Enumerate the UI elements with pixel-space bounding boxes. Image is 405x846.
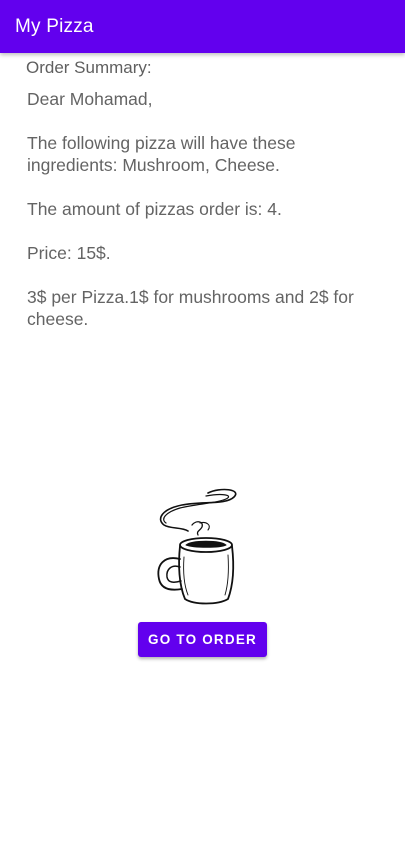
app-title: My Pizza — [15, 16, 94, 37]
greeting-text: Dear Mohamad, — [27, 89, 153, 109]
pricing-note-text: 3$ per Pizza.1$ for mushrooms and 2$ for… — [27, 287, 354, 329]
price-text: Price: 15$. — [27, 243, 111, 263]
order-summary-heading: Order Summary: — [26, 58, 152, 77]
app-bar: My Pizza — [0, 0, 405, 53]
coffee-mug-icon — [152, 487, 244, 609]
amount-text: The amount of pizzas order is: 4. — [27, 199, 282, 219]
order-summary-text: Dear Mohamad, The following pizza will h… — [27, 88, 382, 330]
go-to-order-button[interactable]: GO TO ORDER — [138, 622, 267, 657]
ingredients-text: The following pizza will have these ingr… — [27, 133, 296, 175]
